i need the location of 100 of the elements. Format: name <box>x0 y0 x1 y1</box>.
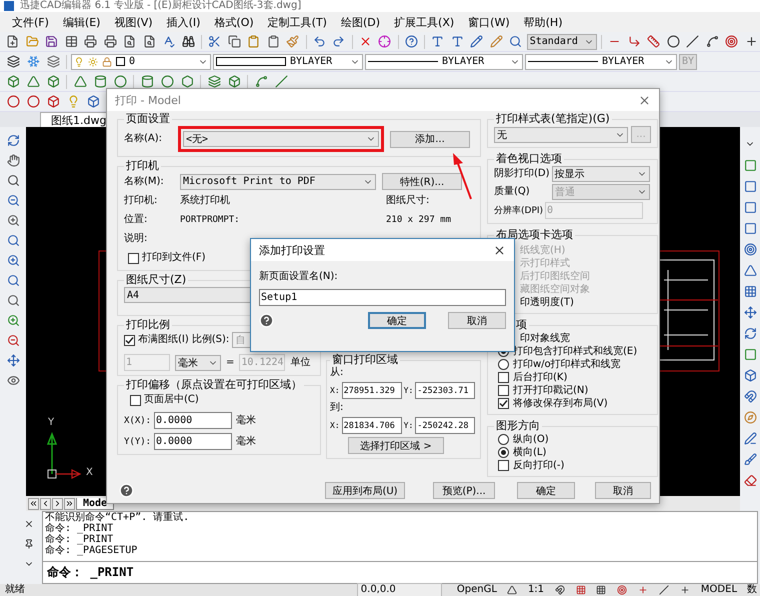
status-text: 数 <box>746 584 758 596</box>
label: 图纸尺寸: <box>386 195 430 207</box>
input-field[interactable]: 0.0000 <box>154 433 232 450</box>
label: 名称(M): <box>124 176 165 188</box>
menu-item[interactable]: 编辑(E) <box>56 14 106 30</box>
input-field[interactable]: 281834.706 <box>342 417 402 434</box>
menu-item[interactable]: 格式(O) <box>208 14 260 30</box>
line-sample-icon <box>528 60 598 62</box>
label: 藏图纸空间对象 <box>520 284 590 296</box>
label: 打印到文件(F) <box>142 252 206 264</box>
line-sample-icon <box>368 60 438 62</box>
checkbox[interactable] <box>124 334 135 346</box>
next-tab-button[interactable] <box>52 498 63 510</box>
menu-item[interactable]: 绘图(D) <box>334 14 386 30</box>
apply-button[interactable]: 应用到布局(U) <box>325 482 405 499</box>
label: Y(Y): <box>124 436 150 448</box>
menu-item[interactable]: 窗口(W) <box>462 14 516 30</box>
checkbox[interactable] <box>498 460 509 471</box>
label: 印透明度(T) <box>520 296 574 308</box>
ruler-icon[interactable] <box>644 32 662 50</box>
input-field[interactable]: 278951.329 <box>342 382 402 399</box>
group-heading: 打印样式表(笔指定)(G) <box>495 113 611 125</box>
label: X(X): <box>124 414 150 426</box>
group-heading: 布局选项卡选项 <box>495 229 574 241</box>
menu-item[interactable]: 定制工具(T) <box>262 14 333 30</box>
cancel-button[interactable]: 取消 <box>595 482 651 499</box>
group-heading: 打印机 <box>125 160 160 172</box>
input-field[interactable]: -250242.28 <box>415 417 476 434</box>
menu-item[interactable]: 视图(V) <box>108 14 159 30</box>
color-dropdown[interactable]: BYLAYER <box>213 54 363 70</box>
close-icon[interactable] <box>638 94 651 106</box>
group-heading: 图纸尺寸(Z) <box>125 274 188 286</box>
label: 毫米 <box>236 436 256 448</box>
scale-label[interactable]: 1:1 <box>524 584 548 596</box>
annotation-arrow <box>451 153 473 201</box>
layer-dropdown[interactable]: 0 <box>71 54 211 70</box>
text-style-dropdown[interactable]: Standard <box>526 34 597 50</box>
copy-icon[interactable] <box>226 32 244 50</box>
select-area-button[interactable]: 选择打印区域 > <box>348 437 444 454</box>
print-icon[interactable] <box>102 32 120 50</box>
checkbox[interactable] <box>498 385 509 396</box>
input-field[interactable]: -252303.71 <box>415 382 476 399</box>
label: PORTPROMPT: <box>180 214 241 226</box>
menu-item[interactable]: 帮助(H) <box>518 14 568 30</box>
shade-dropdown[interactable]: 按显示 <box>552 166 650 182</box>
lineweight-dropdown[interactable]: BYLAYER <box>525 54 677 70</box>
sun-icon <box>88 56 98 66</box>
checkbox[interactable] <box>130 394 141 406</box>
previous-tab-button[interactable] <box>40 498 51 510</box>
properties-button[interactable]: 特性(R)... <box>382 173 462 190</box>
menu-item[interactable]: 文件(F) <box>6 14 55 30</box>
group-heading: 着色视口选项 <box>495 153 563 165</box>
group-heading: 图形方向 <box>495 420 541 432</box>
unit-dropdown[interactable]: 毫米 <box>175 354 221 370</box>
printer-dropdown[interactable]: Microsoft Print to PDF <box>180 174 376 190</box>
coordinates-field: 0.0,0.0 <box>356 583 442 596</box>
help-icon[interactable] <box>259 313 274 328</box>
label: 页面居中(C) <box>144 394 199 406</box>
last-tab-button[interactable] <box>64 498 75 510</box>
label: 分辨率(DPI) <box>494 204 544 216</box>
label: Y: <box>404 420 414 432</box>
history-line: 命令: _PRINT <box>45 523 114 534</box>
space-label[interactable]: MODEL <box>698 584 740 596</box>
slash-icon[interactable] <box>684 32 702 50</box>
preview-button[interactable]: 预览(P)... <box>433 482 495 499</box>
label: X: <box>330 384 340 396</box>
checkbox[interactable] <box>498 372 509 383</box>
command-line[interactable]: 命令： _PRINT <box>43 562 757 583</box>
menu-item[interactable]: 扩展工具(X) <box>388 14 460 30</box>
page-setup-dropdown[interactable]: <无> <box>183 131 379 147</box>
style-table-dropdown[interactable]: 无 <box>494 126 628 142</box>
status-text: 就绪 <box>4 584 26 596</box>
renderer-label[interactable]: OpenGL <box>454 584 500 596</box>
label: 后台打印(K) <box>513 372 568 384</box>
label: 比例(S): <box>192 334 230 346</box>
input-field[interactable]: 0.0000 <box>154 412 232 429</box>
first-tab-button[interactable] <box>28 498 39 510</box>
help-icon[interactable] <box>402 32 420 50</box>
menu-item[interactable]: 插入(I) <box>160 14 206 30</box>
linetype-dropdown[interactable]: BYLAYER <box>365 54 523 70</box>
dialog-title: 打印 - Model <box>115 92 181 108</box>
checkbox[interactable] <box>498 398 509 409</box>
label: 新页面设置名(N): <box>259 271 339 283</box>
ok-button[interactable]: 确定 <box>368 312 426 329</box>
close-icon[interactable] <box>493 244 506 256</box>
radio-button[interactable] <box>498 434 509 445</box>
label: 打开打印戳记(N) <box>513 384 588 396</box>
group-heading: 打印比例 <box>125 319 171 331</box>
radio-button[interactable] <box>498 359 509 370</box>
radio-button[interactable] <box>498 447 509 458</box>
dialog-title: 添加打印设置 <box>259 242 325 258</box>
input-field[interactable]: Setup1 <box>259 289 506 306</box>
ok-button[interactable]: 确定 <box>517 482 575 499</box>
help-icon[interactable] <box>119 483 134 498</box>
add-button[interactable]: 添加... <box>390 130 470 148</box>
label: 阴影打印(D) <box>494 168 550 180</box>
label: 系统打印机 <box>180 195 231 207</box>
label: 纵向(O) <box>513 434 549 446</box>
cancel-button[interactable]: 取消 <box>448 312 506 329</box>
checkbox[interactable] <box>128 252 139 264</box>
